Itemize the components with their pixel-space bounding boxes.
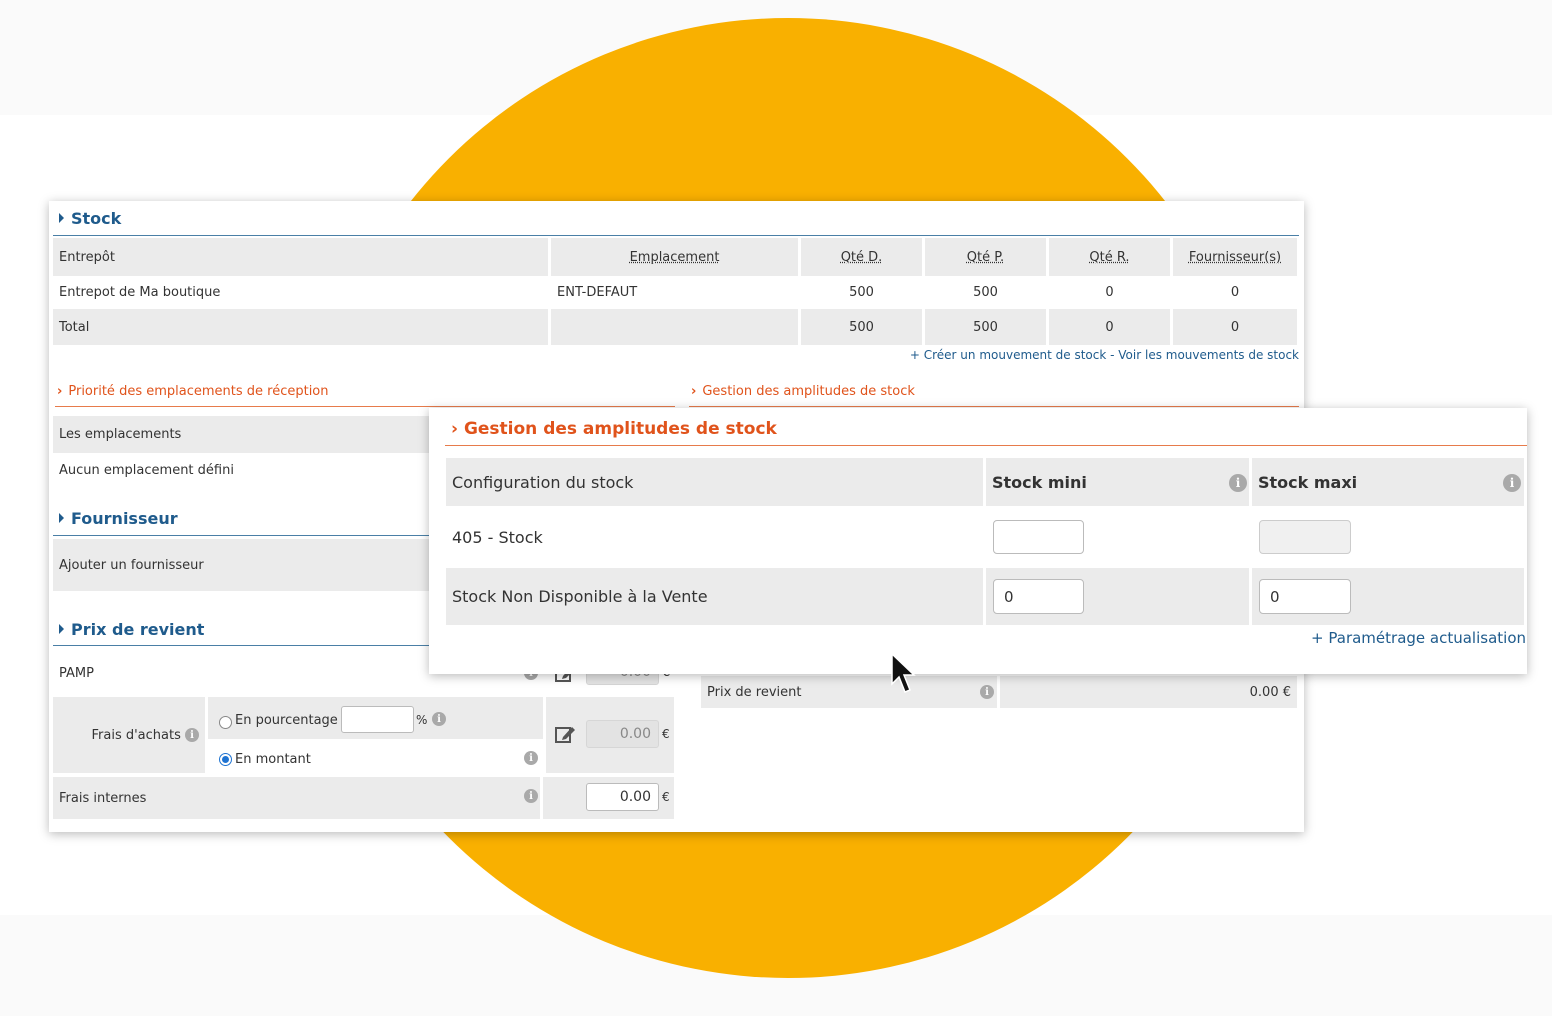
gestion-underline [689, 406, 1299, 407]
total-emplacement [551, 309, 798, 345]
total-qte-r: 0 [1049, 309, 1170, 345]
popup-title: › Gestion des amplitudes de stock [451, 419, 777, 439]
row-entrepot: Entrepot de Ma boutique [59, 285, 221, 300]
frais-achats-label: Frais d'achats [91, 727, 181, 743]
prix-section-title[interactable]: Prix de revient [59, 620, 204, 639]
info-icon[interactable]: i [432, 712, 446, 726]
info-icon[interactable]: i [1503, 474, 1521, 492]
stock-maxi-input[interactable] [1259, 520, 1351, 554]
popup-header-stock-maxi: Stock maxi [1252, 458, 1524, 506]
row-qte-d: 500 [849, 285, 874, 300]
emplacements-empty: Aucun emplacement défini [59, 462, 234, 478]
total-label: Total [53, 309, 548, 345]
pourcentage-label: En pourcentage [235, 712, 338, 728]
popup-title-underline [445, 445, 1527, 446]
non-dispo-mini-input[interactable]: 0 [993, 579, 1084, 614]
add-supplier-button[interactable]: Ajouter un fournisseur [53, 539, 433, 591]
total-qte-d: 500 [801, 309, 922, 345]
total-qte-p: 500 [925, 309, 1046, 345]
percent-sign: % [416, 713, 428, 727]
header-emplacement: Emplacement [551, 238, 798, 276]
frais-internes-currency: € [662, 790, 670, 804]
info-icon[interactable]: i [980, 685, 994, 699]
stock-section-title[interactable]: Stock [59, 209, 121, 228]
header-entrepot: Entrepôt [53, 238, 548, 276]
header-fournisseurs: Fournisseur(s) [1173, 238, 1297, 276]
parametrage-actualisation-link[interactable]: + Paramétrage actualisation [1311, 629, 1526, 647]
header-qte-d: Qté D. [801, 238, 922, 276]
stock-mini-input[interactable] [993, 520, 1084, 554]
row-emplacement: ENT-DEFAUT [557, 285, 638, 300]
total-fournisseurs: 0 [1173, 309, 1297, 345]
row-fournisseurs: 0 [1230, 285, 1240, 300]
prix-revient-value: 0.00 € [1000, 676, 1297, 708]
popup-header-config: Configuration du stock [446, 458, 983, 506]
montant-radio[interactable] [219, 753, 232, 766]
stock-title-underline [53, 235, 1299, 236]
priorite-section-title[interactable]: › Priorité des emplacements de réception [57, 384, 329, 399]
mouse-pointer-icon [891, 652, 916, 693]
priorite-underline [55, 406, 675, 407]
info-icon[interactable]: i [185, 728, 199, 742]
prix-revient-label: Prix de revient [701, 676, 997, 708]
fournisseur-section-title[interactable]: Fournisseur [59, 509, 178, 528]
popup-header-stock-mini: Stock mini [986, 458, 1249, 506]
fournisseur-underline [53, 535, 433, 536]
caret-right-icon [59, 213, 64, 223]
frais-internes-input[interactable]: 0.00 [586, 783, 659, 811]
frais-achats-label-cell: Frais d'achats i [53, 697, 205, 773]
pamp-label: PAMP [59, 665, 94, 681]
stock-links: + Créer un mouvement de stock - Voir les… [909, 348, 1299, 362]
header-qte-p: Qté P. [925, 238, 1046, 276]
chevron-right-icon: › [691, 384, 697, 399]
gestion-amplitudes-section-title[interactable]: › Gestion des amplitudes de stock [691, 384, 915, 399]
popup-row-non-dispo-label: Stock Non Disponible à la Vente [446, 568, 983, 625]
gestion-amplitudes-popup: › Gestion des amplitudes de stock Config… [429, 408, 1527, 674]
edit-icon[interactable] [555, 724, 577, 744]
pourcentage-radio[interactable] [219, 716, 232, 729]
info-icon[interactable]: i [524, 751, 538, 765]
chevron-right-icon: › [451, 419, 459, 439]
non-dispo-maxi-input[interactable]: 0 [1259, 579, 1351, 614]
create-stock-movement-link[interactable]: + Créer un mouvement de stock [910, 348, 1106, 362]
caret-right-icon [59, 513, 64, 523]
info-icon[interactable]: i [524, 789, 538, 803]
popup-row-stock-label: 405 - Stock [452, 527, 543, 547]
frais-internes-label: Frais internes [53, 777, 540, 819]
montant-label: En montant [235, 751, 311, 767]
montant-value: 0.00 [586, 720, 659, 748]
pourcentage-input[interactable] [341, 706, 414, 733]
header-qte-r: Qté R. [1049, 238, 1170, 276]
view-stock-movements-link[interactable]: Voir les mouvements de stock [1118, 348, 1299, 362]
montant-currency: € [662, 727, 670, 741]
emplacements-header: Les emplacements [53, 416, 433, 453]
chevron-right-icon: › [57, 384, 63, 399]
row-qte-p: 500 [973, 285, 998, 300]
prix-underline [53, 645, 433, 646]
caret-right-icon [59, 624, 64, 634]
row-qte-r: 0 [1105, 285, 1114, 300]
info-icon[interactable]: i [1229, 474, 1247, 492]
